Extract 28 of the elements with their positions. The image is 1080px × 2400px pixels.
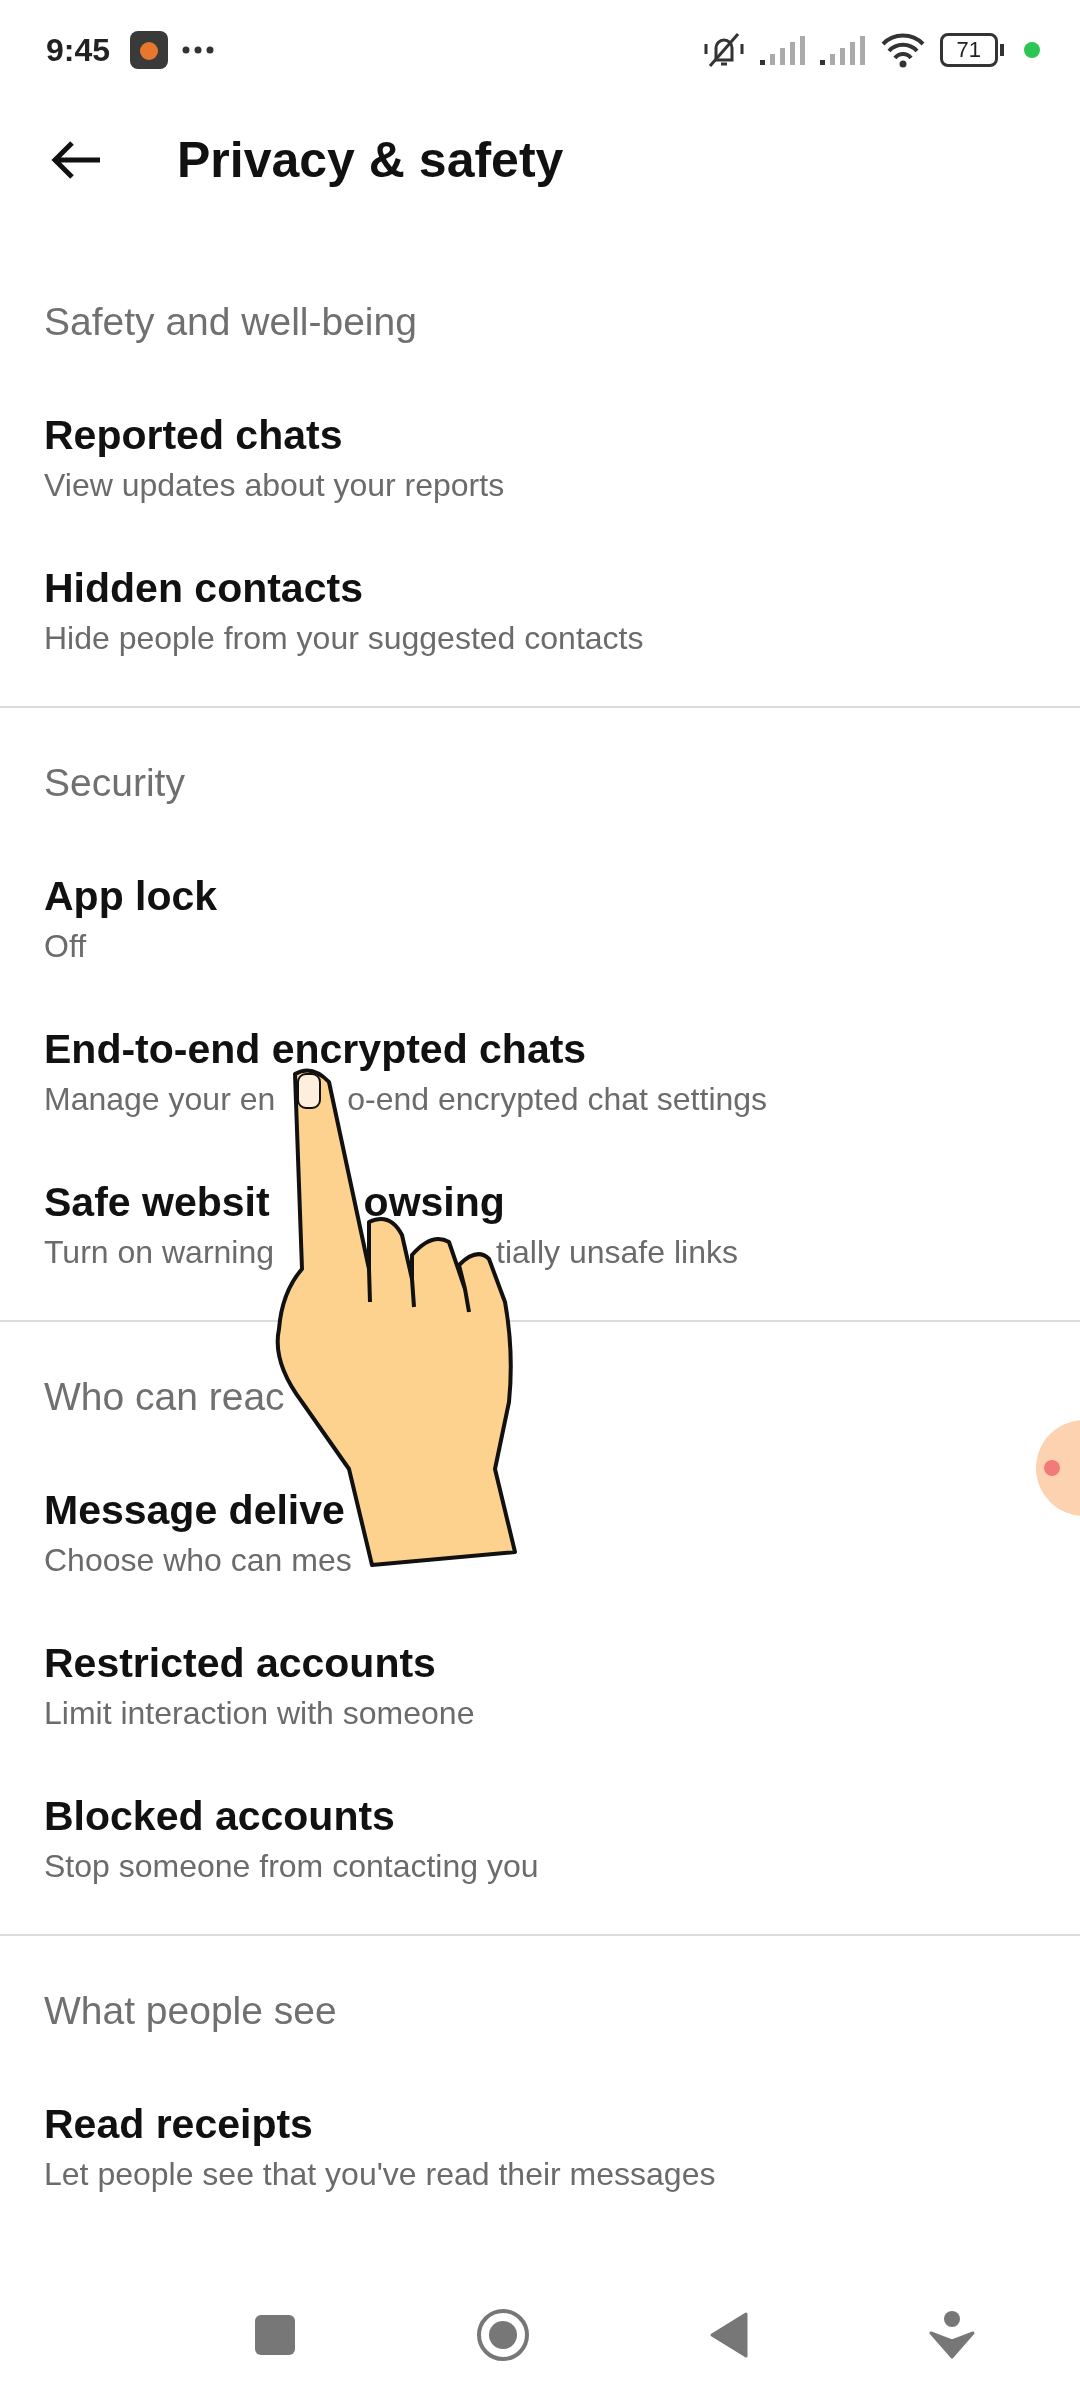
setting-title[interactable]: Message delive [44, 1485, 345, 1535]
setting-title[interactable]: Hidden contacts [44, 563, 363, 613]
setting-description: Let people see that you've read their messages [44, 2155, 716, 2194]
setting-description: Limit interaction with someone [44, 1694, 475, 1733]
setting-description: View updates about your reports [44, 466, 505, 505]
setting-title[interactable]: Safe websit [44, 1177, 270, 1227]
battery-level: 71 [939, 33, 998, 67]
setting-description: Off [44, 927, 87, 966]
setting-description: Stop someone from contacting you [44, 1847, 539, 1886]
setting-title[interactable]: Reported chats [44, 410, 343, 460]
status-time: 9:45 [46, 31, 111, 69]
section-heading: Safety and well-being [44, 299, 417, 345]
section-heading: Security [44, 760, 185, 806]
setting-description: o-end encrypted chat settings [347, 1080, 768, 1119]
setting-title[interactable]: Blocked accounts [44, 1791, 395, 1841]
setting-title[interactable]: Restricted accounts [44, 1638, 436, 1688]
section-heading: What people see [44, 1988, 337, 2034]
setting-description: Choose who can mes [44, 1541, 352, 1580]
setting-title[interactable]: End-to-end encrypted chats [44, 1024, 587, 1074]
setting-description: Hide people from your suggested contacts [44, 619, 644, 658]
setting-description: Turn on warning [44, 1233, 275, 1272]
setting-title[interactable]: Read receipts [44, 2099, 313, 2149]
setting-title[interactable]: App lock [44, 871, 218, 921]
setting-title[interactable]: owsing [363, 1177, 505, 1227]
section-heading: Who can reac [44, 1374, 285, 1420]
setting-description: Manage your en [44, 1080, 276, 1119]
setting-description: tially unsafe links [496, 1233, 738, 1272]
page-title: Privacy & safety [177, 130, 564, 189]
